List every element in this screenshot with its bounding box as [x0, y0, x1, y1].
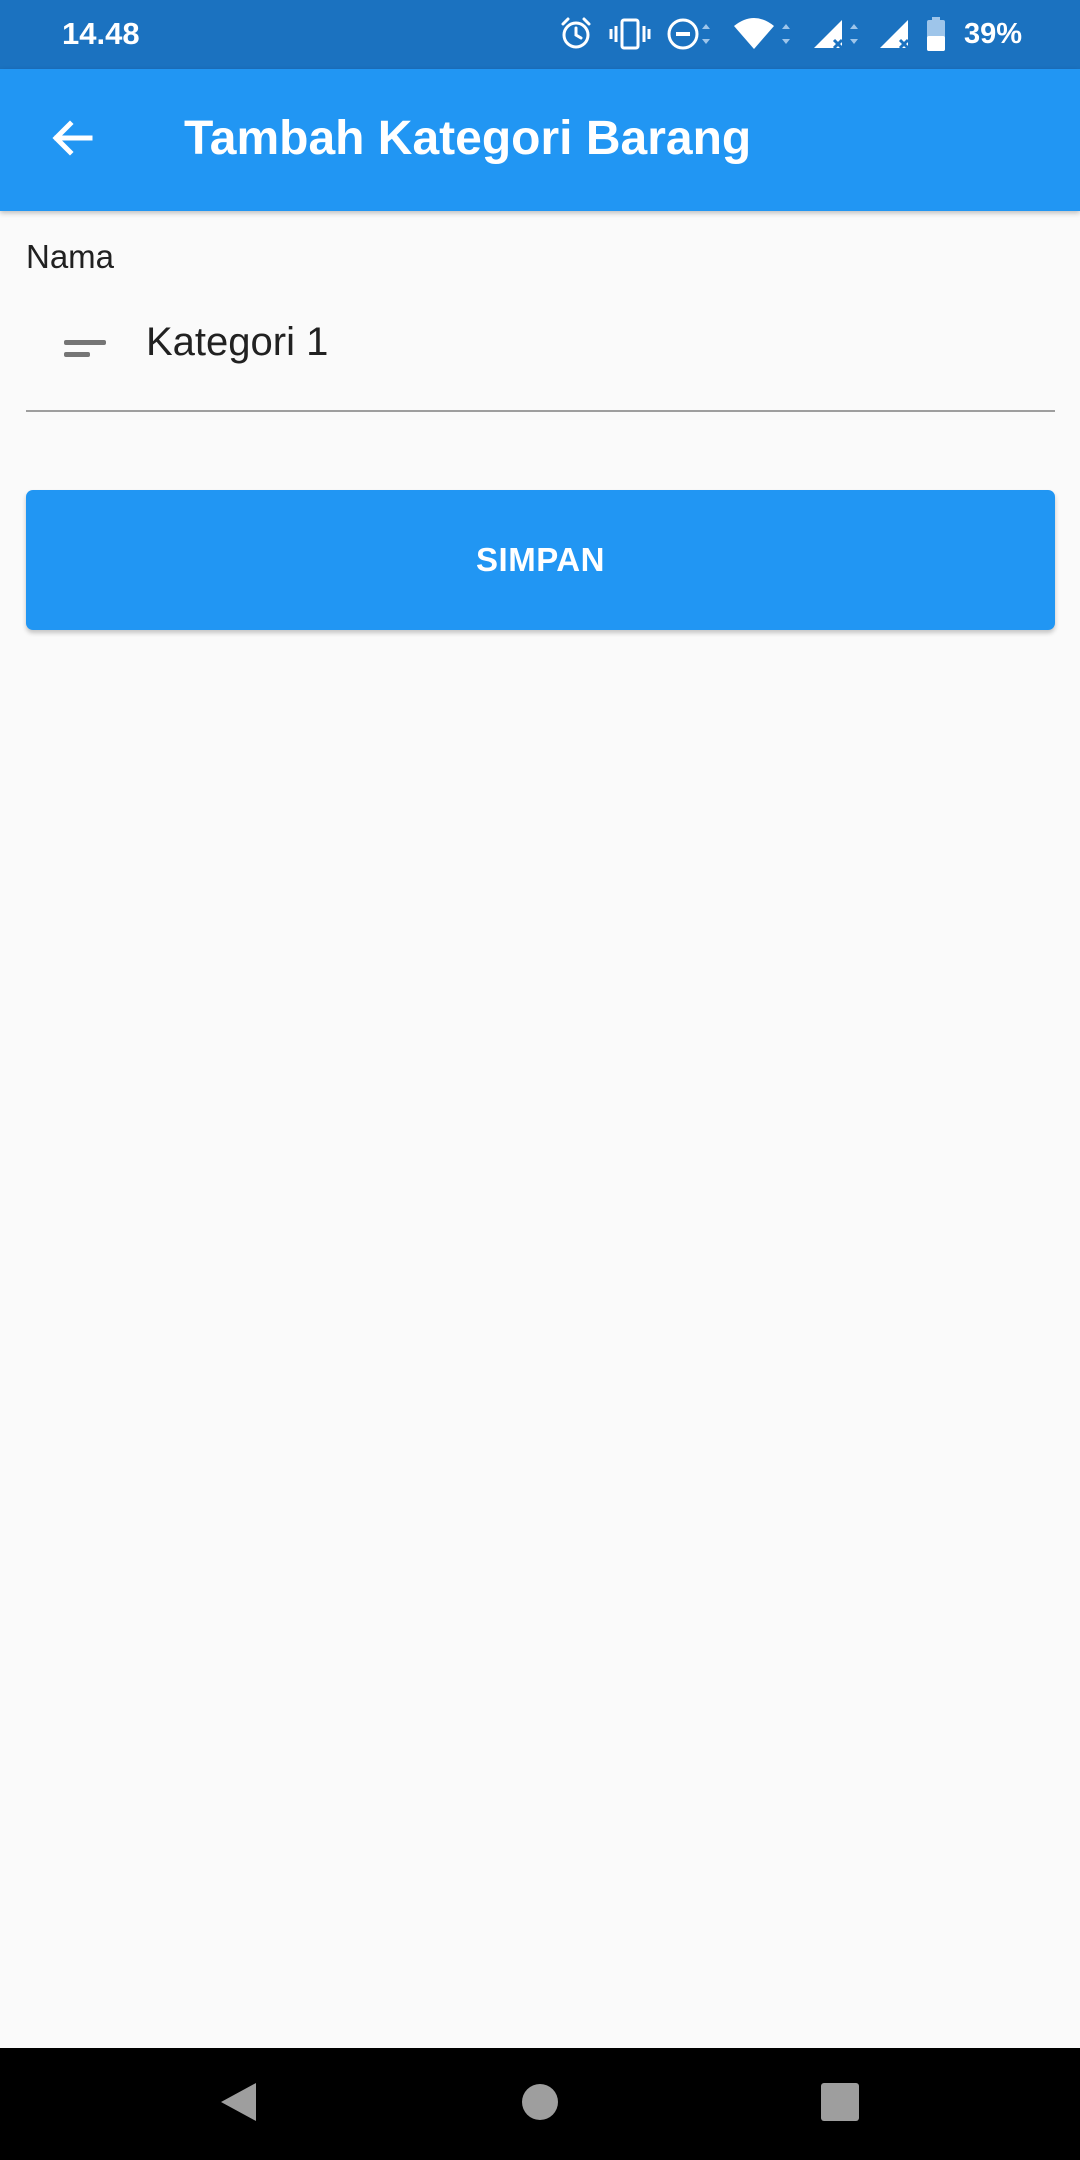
back-triangle-icon [216, 2080, 260, 2129]
back-button[interactable] [30, 98, 114, 182]
signal-no-sim-icon [878, 16, 912, 52]
battery-icon [926, 16, 946, 52]
do-not-disturb-icon [666, 16, 718, 52]
home-circle-icon [520, 2082, 560, 2127]
arrow-back-icon [48, 114, 96, 167]
save-button[interactable]: SIMPAN [26, 490, 1055, 630]
status-bar: 14.48 39% [0, 0, 1080, 69]
name-input[interactable] [146, 314, 1026, 370]
name-field-label: Nama [26, 238, 115, 275]
vibrate-icon [608, 16, 652, 52]
wifi-icon [732, 16, 798, 52]
status-time: 14.48 [62, 16, 140, 51]
page-title: Tambah Kategori Barang [184, 112, 752, 165]
recents-square-icon [820, 2082, 860, 2127]
name-field[interactable] [26, 290, 1055, 412]
nav-back-button[interactable] [210, 2076, 266, 2132]
navigation-bar [0, 2048, 1080, 2160]
short-text-icon [64, 338, 106, 365]
nav-recents-button[interactable] [812, 2076, 868, 2132]
nav-home-button[interactable] [512, 2076, 568, 2132]
signal-no-sim-icon [812, 16, 864, 52]
app-bar: Tambah Kategori Barang [0, 69, 1080, 211]
status-icons: 39% [558, 12, 1022, 56]
screen: 14.48 39% Tambah Kategori Barang Nama Ka… [0, 0, 1080, 2160]
alarm-icon [558, 16, 594, 52]
battery-percent: 39% [963, 17, 1022, 50]
